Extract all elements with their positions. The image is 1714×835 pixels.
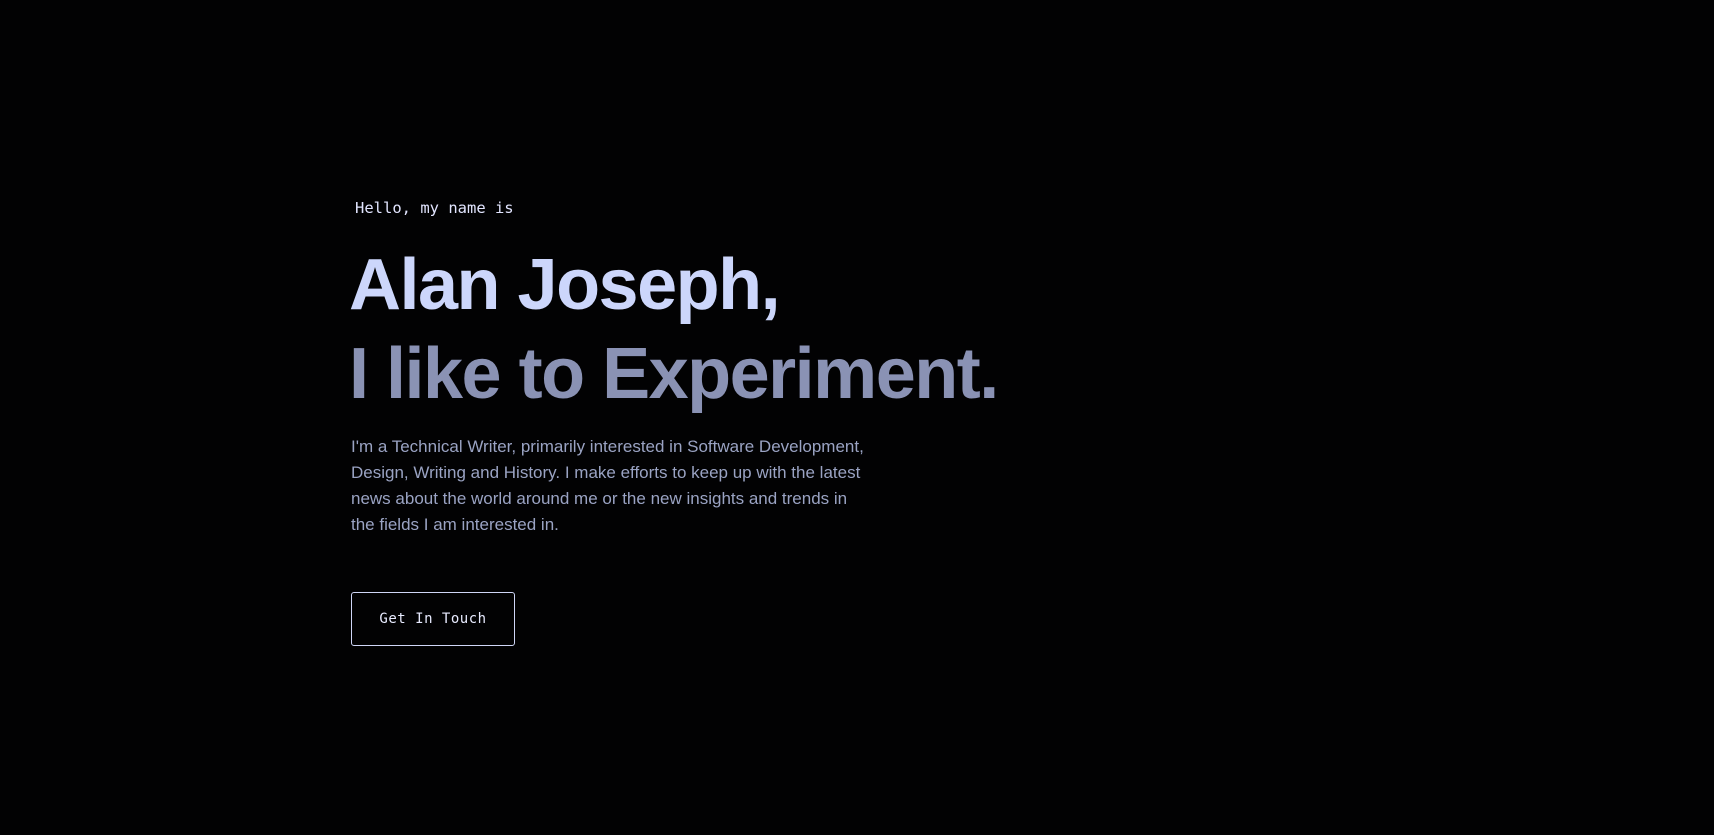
greeting-text: Hello, my name is	[355, 199, 514, 217]
hero-bio: I'm a Technical Writer, primarily intere…	[351, 437, 864, 534]
page: Hello, my name is Alan Joseph, I like to…	[0, 0, 1714, 835]
hero-tagline: I like to Experiment.	[349, 334, 999, 414]
get-in-touch-button[interactable]: Get In Touch	[351, 592, 515, 646]
hero-name: Alan Joseph,	[349, 245, 781, 325]
